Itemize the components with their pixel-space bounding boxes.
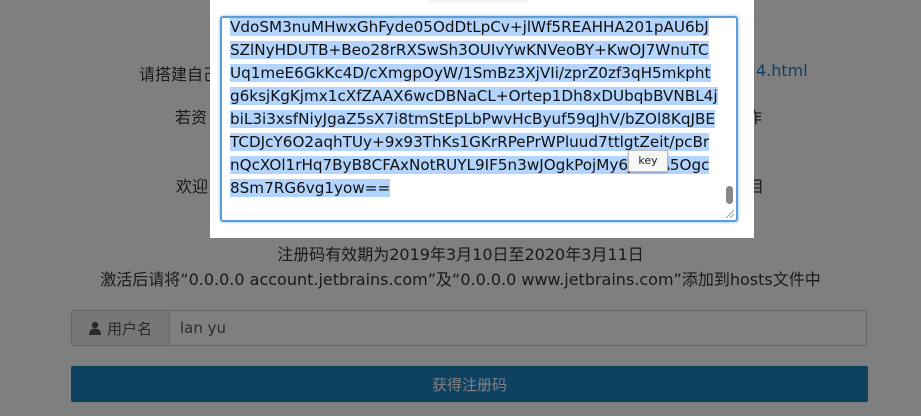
- resize-grip-icon[interactable]: [724, 208, 734, 218]
- license-key-textarea[interactable]: VdoSM3nuMHwxGhFyde05OdDtLpCv+jlWf5REAHHA…: [220, 16, 738, 222]
- textarea-scrollbar[interactable]: [726, 186, 733, 204]
- license-modal: VdoSM3nuMHwxGhFyde05OdDtLpCv+jlWf5REAHHA…: [210, 0, 754, 238]
- modal-header-strip: [430, 0, 528, 3]
- license-key-text[interactable]: VdoSM3nuMHwxGhFyde05OdDtLpCv+jlWf5REAHHA…: [230, 18, 718, 200]
- key-tooltip: key: [628, 150, 668, 172]
